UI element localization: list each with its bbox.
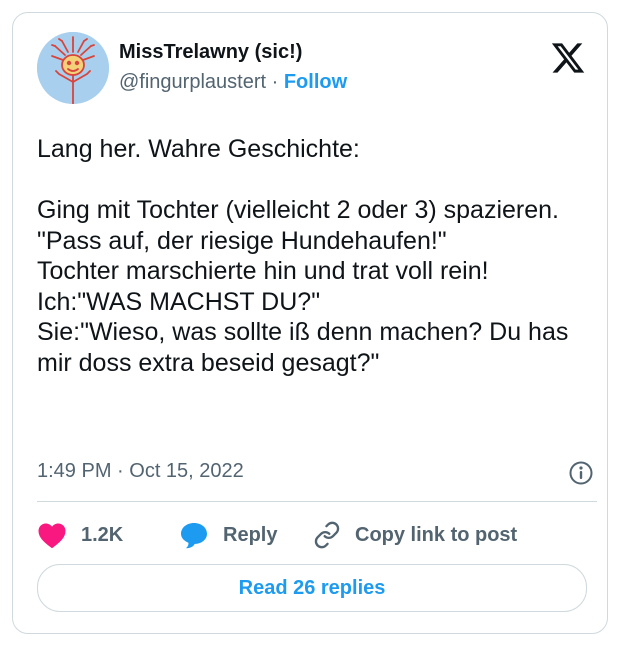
handle-separator: · bbox=[266, 71, 284, 93]
divider bbox=[37, 501, 597, 502]
tweet-timestamp[interactable]: 1:49 PM · Oct 15, 2022 bbox=[37, 460, 244, 483]
reply-bubble-icon bbox=[179, 521, 209, 549]
info-icon[interactable] bbox=[568, 460, 594, 486]
tweet-line: Ich:"WAS MACHST DU?" bbox=[37, 287, 321, 316]
link-icon bbox=[313, 521, 341, 549]
reply-label: Reply bbox=[223, 523, 278, 546]
author-display-name[interactable]: MissTrelawny (sic!) bbox=[119, 41, 302, 64]
author-avatar[interactable] bbox=[37, 32, 109, 104]
heart-icon bbox=[37, 521, 67, 549]
like-count: 1.2K bbox=[81, 523, 124, 546]
like-button[interactable]: 1.2K bbox=[37, 519, 123, 551]
tweet-line: Tochter marschierte hin und trat voll re… bbox=[37, 257, 489, 285]
follow-link[interactable]: Follow bbox=[284, 71, 347, 93]
copy-link-label: Copy link to post bbox=[355, 523, 518, 546]
tweet-line: Sie:"Wieso, was sollte iß denn machen? D… bbox=[37, 318, 569, 377]
tweet-text: Lang her. Wahre Geschichte: Ging mit Toc… bbox=[37, 134, 597, 378]
tweet-line: Ging mit Tochter (vielleicht 2 oder 3) s… bbox=[37, 196, 559, 224]
stick-figure-drawing-avatar bbox=[37, 32, 109, 104]
x-logo-icon[interactable] bbox=[550, 40, 586, 76]
tweet-card: MissTrelawny (sic!) @fingurplaustert · F… bbox=[12, 12, 608, 634]
copy-link-button[interactable]: Copy link to post bbox=[313, 519, 517, 551]
tweet-line: "Pass auf, der riesige Hundehaufen!" bbox=[37, 226, 447, 255]
author-handle[interactable]: @fingurplaustert bbox=[119, 71, 266, 93]
read-replies-button[interactable]: Read 26 replies bbox=[37, 564, 587, 612]
tweet-line: Lang her. Wahre Geschichte: bbox=[37, 135, 360, 163]
author-handle-line: @fingurplaustert · Follow bbox=[119, 71, 347, 94]
reply-button[interactable]: Reply bbox=[179, 519, 277, 551]
